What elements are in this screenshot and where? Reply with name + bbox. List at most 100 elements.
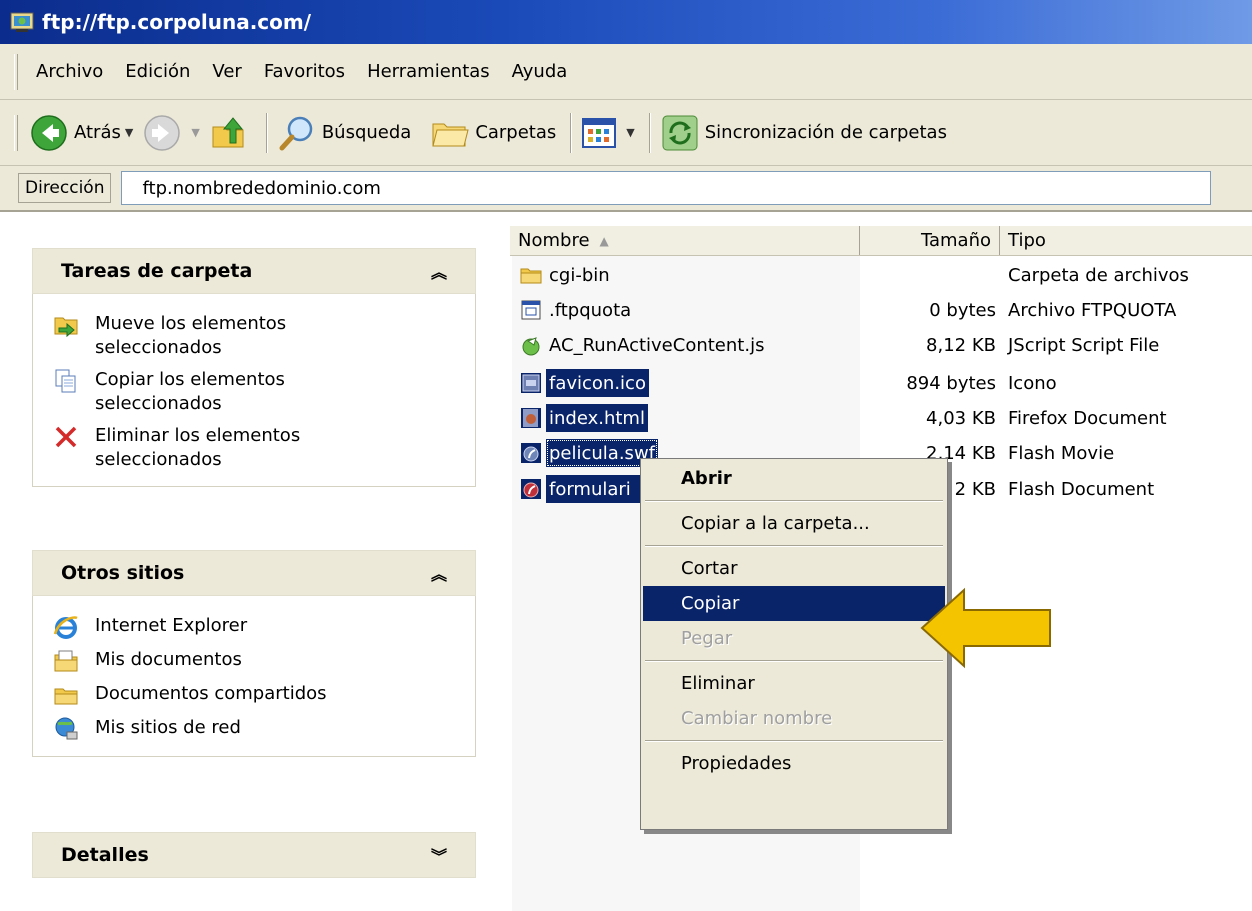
file-size: 0 bytes: [929, 299, 996, 321]
place-internet-explorer[interactable]: Internet Explorer: [33, 610, 475, 644]
copy-icon: [55, 369, 76, 393]
search-icon: [279, 116, 313, 150]
task-pane: Tareas de carpeta ︽ Mueve los elementos …: [0, 212, 510, 911]
context-menu: Abrir Copiar a la carpeta... Cortar Copi…: [640, 458, 948, 830]
ctx-rename: Cambiar nombre: [681, 708, 833, 729]
ctx-copy[interactable]: Copiar: [643, 586, 945, 621]
folder-tasks-title: Tareas de carpeta: [61, 260, 253, 282]
file-name: index.html: [546, 404, 648, 432]
internet-explorer-icon: [53, 616, 78, 639]
file-name: AC_RunActiveContent.js: [549, 334, 765, 356]
delete-x-icon: [55, 426, 77, 448]
place-mydocs-label: Mis documentos: [95, 649, 242, 670]
folders-icon: [432, 123, 469, 146]
file-row[interactable]: AC_RunActiveContent.js 8,12 KB JScript S…: [510, 328, 1252, 362]
task-copy-selected[interactable]: Copiar los elementos seleccionados: [33, 364, 475, 420]
up-folder-icon: [212, 116, 244, 147]
forward-button[interactable]: ▼: [143, 114, 200, 152]
menu-archivo[interactable]: Archivo: [36, 61, 103, 82]
details-header[interactable]: Detalles ︾: [32, 832, 476, 878]
task-move-selected[interactable]: Mueve los elementos seleccionados: [33, 308, 475, 364]
ctx-paste: Pegar: [681, 628, 733, 649]
toolbar: Atrás ▼ ▼ Búsqueda Carpetas ▼ Sincroniza…: [0, 100, 1252, 166]
toolbar-grip[interactable]: [14, 114, 18, 151]
column-size-header[interactable]: Tamaño: [860, 226, 1000, 255]
folder-tasks-header[interactable]: Tareas de carpeta ︽: [32, 248, 476, 294]
views-dropdown-icon[interactable]: ▼: [626, 126, 634, 139]
shared-folder-icon: [54, 688, 78, 705]
sort-ascending-icon: ▲: [599, 233, 609, 248]
place-shared-label: Documentos compartidos: [95, 683, 327, 704]
place-shared-documents[interactable]: Documentos compartidos: [33, 678, 475, 712]
views-button[interactable]: ▼: [582, 117, 635, 148]
window-title: ftp://ftp.corpoluna.com/: [42, 10, 312, 34]
task-copy-line1: Copiar los elementos: [95, 369, 285, 390]
file-row[interactable]: .ftpquota 0 bytes Archivo FTPQUOTA: [510, 293, 1252, 327]
menu-edicion[interactable]: Edición: [125, 61, 190, 82]
file-name: .ftpquota: [549, 299, 632, 321]
search-label: Búsqueda: [321, 122, 412, 143]
menu-favoritos[interactable]: Favoritos: [264, 61, 345, 82]
address-input[interactable]: ftp.nombrededominio.com: [121, 171, 1212, 205]
sync-label: Sincronización de carpetas: [704, 122, 947, 143]
search-button[interactable]: Búsqueda: [278, 114, 412, 152]
ctx-delete[interactable]: Eliminar: [643, 666, 945, 701]
menu-ver[interactable]: Ver: [212, 61, 241, 82]
file-size: 8,12 KB: [926, 334, 996, 356]
file-size: [870, 261, 996, 289]
place-ie-label: Internet Explorer: [95, 615, 248, 636]
file-row-selected[interactable]: index.html 4,03 KB Firefox Document: [510, 401, 1252, 435]
other-places-body: Internet Explorer Mis documentos Documen…: [32, 596, 476, 757]
place-network[interactable]: Mis sitios de red: [33, 712, 475, 746]
folders-button[interactable]: Carpetas: [431, 116, 556, 150]
sync-icon: [662, 115, 698, 150]
toolbar-separator: [570, 112, 573, 153]
task-delete-line1: Eliminar los elementos: [95, 425, 301, 446]
file-list-header: Nombre ▲ Tamaño Tipo: [510, 226, 1252, 256]
task-delete-line2: seleccionados: [95, 449, 222, 470]
script-file-icon: [522, 337, 540, 356]
file-type: Carpeta de archivos: [1008, 264, 1189, 286]
folder-icon: [520, 268, 542, 284]
file-type: Firefox Document: [1008, 407, 1167, 429]
file-row[interactable]: cgi-bin Carpeta de archivos: [510, 258, 1252, 292]
generic-file-icon: [521, 300, 541, 320]
file-name: cgi-bin: [549, 264, 610, 286]
toolbar-separator: [648, 112, 651, 153]
my-documents-icon: [54, 650, 78, 672]
ctx-separator: [645, 740, 943, 742]
address-bar: Dirección ftp.nombrededominio.com: [0, 166, 1252, 212]
menu-herramientas[interactable]: Herramientas: [367, 61, 490, 82]
folder-tasks-body: Mueve los elementos seleccionados Copiar…: [32, 294, 476, 487]
file-type: JScript Script File: [1008, 334, 1160, 356]
file-type: Archivo FTPQUOTA: [1008, 299, 1177, 321]
back-button[interactable]: Atrás ▼: [30, 114, 133, 152]
other-places-header[interactable]: Otros sitios ︽: [32, 550, 476, 596]
menu-ayuda[interactable]: Ayuda: [512, 61, 568, 82]
ctx-copy-to-folder[interactable]: Copiar a la carpeta...: [643, 506, 945, 541]
column-type-header[interactable]: Tipo: [1000, 226, 1252, 255]
ctx-cut[interactable]: Cortar: [643, 551, 945, 586]
up-folder-button[interactable]: [210, 115, 252, 151]
details-panel: Detalles ︾: [32, 832, 476, 878]
network-places-icon: [55, 717, 78, 740]
file-row-selected[interactable]: favicon.ico 894 bytes Icono: [510, 366, 1252, 400]
place-my-documents[interactable]: Mis documentos: [33, 644, 475, 678]
collapse-chevron-icon[interactable]: ︽: [431, 259, 447, 283]
menu-grip[interactable]: [14, 53, 18, 90]
yellow-pointer-arrow-icon: [920, 587, 1051, 669]
ctx-open[interactable]: Abrir: [643, 461, 945, 496]
task-delete-selected[interactable]: Eliminar los elementos seleccionados: [33, 420, 475, 476]
other-places-panel: Otros sitios ︽ Internet Explorer Mis doc…: [32, 550, 476, 757]
collapse-chevron-icon[interactable]: ︽: [431, 561, 447, 585]
column-name-header[interactable]: Nombre ▲: [510, 226, 860, 255]
forward-dropdown-icon[interactable]: ▼: [191, 126, 199, 139]
title-bar[interactable]: ftp://ftp.corpoluna.com/: [0, 0, 1252, 44]
back-dropdown-icon[interactable]: ▼: [125, 126, 133, 139]
expand-chevron-icon[interactable]: ︾: [431, 843, 447, 867]
ctx-properties[interactable]: Propiedades: [643, 746, 945, 781]
task-move-line1: Mueve los elementos: [95, 313, 287, 334]
sync-folders-button[interactable]: Sincronización de carpetas: [661, 114, 947, 152]
task-copy-line2: seleccionados: [95, 393, 222, 414]
folder-tasks-panel: Tareas de carpeta ︽ Mueve los elementos …: [32, 248, 476, 487]
